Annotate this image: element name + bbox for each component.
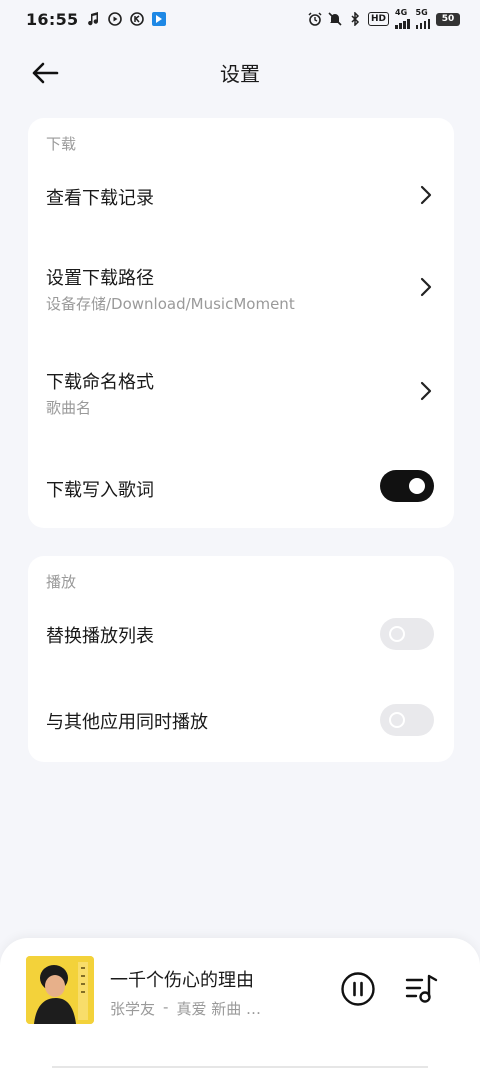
naming-format-row[interactable]: 下载命名格式 歌曲名 xyxy=(28,350,454,432)
album-art[interactable] xyxy=(26,956,94,1024)
playback-settings-card: 播放 替换播放列表 与其他应用同时播放 xyxy=(28,556,454,762)
network-4g: 4G xyxy=(395,9,410,29)
battery-icon: 50 xyxy=(436,12,460,26)
settings-page: 16:55 HD 4G 5G 50 设置 下载 查看下载记录 设置下载路径 设备… xyxy=(0,0,480,1070)
page-title: 设置 xyxy=(220,62,260,86)
signal-bars-icon xyxy=(395,17,410,29)
write-lyrics-toggle[interactable] xyxy=(380,470,434,502)
playback-section-title: 播放 xyxy=(46,573,77,591)
replace-playlist-toggle[interactable] xyxy=(380,618,434,650)
toggle-knob xyxy=(389,712,405,728)
k-circle-icon xyxy=(130,12,145,26)
replace-playlist-label: 替换播放列表 xyxy=(46,626,154,647)
toggle-knob xyxy=(409,478,425,494)
bluetooth-icon xyxy=(348,12,362,26)
mini-player[interactable]: 一千个伤心的理由 张学友 - 真爱 新曲 … xyxy=(0,938,480,1070)
network-5g: 5G xyxy=(415,8,430,29)
download-settings-card: 下载 查看下载记录 设置下载路径 设备存储/Download/MusicMome… xyxy=(28,118,454,528)
write-lyrics-label: 下载写入歌词 xyxy=(46,480,154,501)
hd-badge: HD xyxy=(367,12,389,26)
pause-button[interactable] xyxy=(340,971,376,1007)
mute-bell-icon xyxy=(328,12,342,26)
app-notification-icon xyxy=(152,12,167,26)
song-meta: 张学友 - 真爱 新曲 … xyxy=(110,998,261,1019)
view-download-history-row[interactable]: 查看下载记录 xyxy=(28,162,454,228)
song-artist: 张学友 xyxy=(110,1000,156,1018)
song-meta-separator: - xyxy=(163,998,169,1016)
play-circle-icon xyxy=(108,12,123,26)
mix-with-others-toggle[interactable] xyxy=(380,704,434,736)
toggle-knob xyxy=(389,626,405,642)
status-left: 16:55 xyxy=(26,9,167,29)
status-bar: 16:55 HD 4G 5G 50 xyxy=(0,0,480,38)
signal-bars-icon xyxy=(415,17,430,29)
bottom-divider xyxy=(52,1066,428,1068)
chevron-right-icon xyxy=(420,185,432,205)
status-time: 16:55 xyxy=(26,9,79,29)
song-title: 一千个伤心的理由 xyxy=(110,970,254,991)
playlist-icon xyxy=(405,974,438,1003)
alarm-icon xyxy=(308,12,322,26)
naming-format-label: 下载命名格式 xyxy=(46,372,154,393)
net-5g-label: 5G xyxy=(415,8,428,17)
music-note-icon xyxy=(86,12,100,26)
naming-format-value: 歌曲名 xyxy=(46,399,92,417)
download-path-value: 设备存储/Download/MusicMoment xyxy=(46,295,295,313)
download-section-title: 下载 xyxy=(46,135,77,153)
download-path-row[interactable]: 设置下载路径 设备存储/Download/MusicMoment xyxy=(28,246,454,328)
view-download-history-label: 查看下载记录 xyxy=(46,188,154,209)
chevron-right-icon xyxy=(420,277,432,297)
status-right: HD 4G 5G 50 xyxy=(308,9,460,29)
mix-with-others-label: 与其他应用同时播放 xyxy=(46,712,208,733)
net-4g-label: 4G xyxy=(395,8,408,17)
playlist-button[interactable] xyxy=(404,972,440,1006)
header: 设置 xyxy=(0,50,480,94)
replace-playlist-row: 替换播放列表 xyxy=(28,602,454,666)
album-cover-image xyxy=(26,956,94,1024)
write-lyrics-row: 下载写入歌词 xyxy=(28,454,454,518)
mix-with-others-row: 与其他应用同时播放 xyxy=(28,688,454,752)
chevron-right-icon xyxy=(420,381,432,401)
song-album: 真爱 新曲 … xyxy=(176,1000,261,1018)
pause-icon xyxy=(341,972,375,1006)
download-path-label: 设置下载路径 xyxy=(46,268,154,289)
